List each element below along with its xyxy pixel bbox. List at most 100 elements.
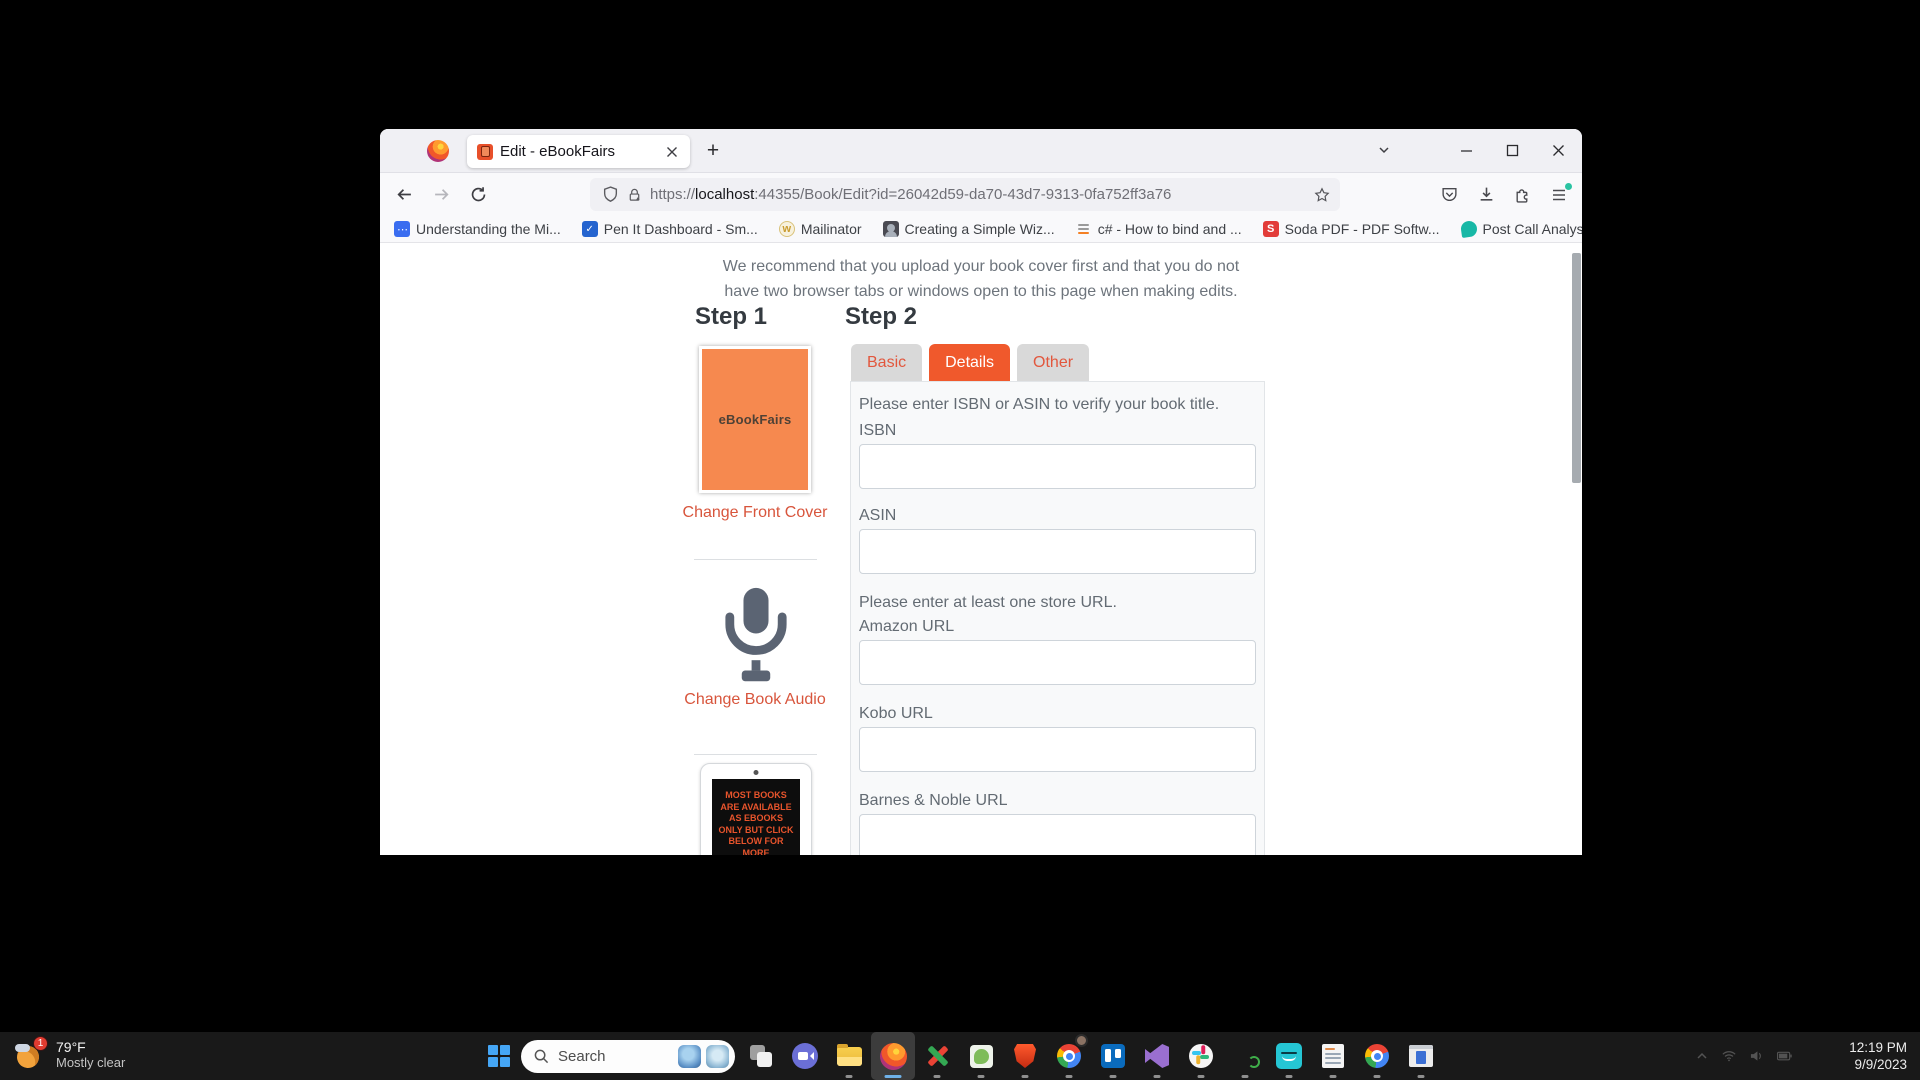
taskbar-clock[interactable]: 12:19 PM 9/9/2023 bbox=[1849, 1039, 1907, 1073]
clock-date: 9/9/2023 bbox=[1849, 1056, 1907, 1073]
barnes-noble-url-input[interactable] bbox=[859, 814, 1256, 855]
sync-folder-button[interactable] bbox=[1223, 1032, 1267, 1080]
tab-basic[interactable]: Basic bbox=[851, 344, 922, 381]
nav-toolbar: https://localhost:44355/Book/Edit?id=260… bbox=[380, 173, 1582, 216]
system-tray[interactable] bbox=[1696, 1032, 1792, 1080]
bookmark-creating-wizard[interactable]: Creating a Simple Wiz... bbox=[883, 221, 1055, 237]
chat-button[interactable] bbox=[783, 1032, 827, 1080]
search-daily-image-icon[interactable] bbox=[706, 1045, 729, 1068]
amazon-url-input[interactable] bbox=[859, 640, 1256, 685]
search-icon bbox=[534, 1049, 549, 1064]
wifi-icon[interactable] bbox=[1722, 1050, 1736, 1062]
verify-hint: Please enter ISBN or ASIN to verify your… bbox=[859, 396, 1256, 414]
file-explorer-button[interactable] bbox=[827, 1032, 871, 1080]
tab-details[interactable]: Details bbox=[929, 344, 1010, 381]
change-front-cover-link[interactable]: Change Front Cover bbox=[680, 500, 830, 525]
visual-studio-icon bbox=[1145, 1044, 1169, 1068]
bookmark-csharp-stackoverflow[interactable]: c# - How to bind and ... bbox=[1076, 221, 1242, 237]
page-scrollbar[interactable] bbox=[1572, 253, 1581, 483]
visual-studio-button[interactable] bbox=[1135, 1032, 1179, 1080]
start-button[interactable] bbox=[477, 1032, 521, 1080]
bookmark-pen-it-dashboard[interactable]: ✓Pen It Dashboard - Sm... bbox=[582, 221, 758, 237]
chrome-icon bbox=[1365, 1044, 1389, 1068]
taskbar-app-icons bbox=[739, 1032, 1443, 1080]
tablet-preview-image: MOST BOOKS ARE AVAILABLE AS EBOOKS ONLY … bbox=[700, 763, 812, 855]
lock-warning-icon[interactable] bbox=[627, 187, 642, 203]
downloads-icon[interactable] bbox=[1470, 178, 1503, 211]
firefox-view-icon[interactable] bbox=[427, 140, 449, 162]
crossed-ribbons-icon bbox=[925, 1044, 949, 1068]
taskbar-search[interactable]: Search bbox=[521, 1040, 735, 1073]
document-viewer-button[interactable] bbox=[1311, 1032, 1355, 1080]
step2-heading: Step 2 bbox=[845, 303, 917, 331]
ebookfairs-favicon bbox=[477, 144, 493, 160]
weather-widget[interactable]: 1 79°F Mostly clear bbox=[14, 1038, 125, 1072]
page-content: We recommend that you upload your book c… bbox=[380, 243, 1582, 855]
bookmark-post-call-analysis[interactable]: Post Call Analysis bbox=[1461, 221, 1583, 237]
maps-app-button[interactable] bbox=[915, 1032, 959, 1080]
search-daily-image-icon[interactable] bbox=[678, 1045, 701, 1068]
pocket-icon[interactable] bbox=[1433, 178, 1466, 211]
bookmark-star-icon[interactable] bbox=[1314, 187, 1330, 203]
bookmark-soda-pdf[interactable]: SSoda PDF - PDF Softw... bbox=[1263, 221, 1440, 237]
back-button[interactable] bbox=[388, 178, 421, 211]
amazon-music-icon bbox=[1276, 1043, 1302, 1069]
windows-logo-icon bbox=[488, 1045, 510, 1067]
firefox-taskbar-button[interactable] bbox=[871, 1032, 915, 1080]
bookmark-check-icon: ✓ bbox=[582, 221, 598, 237]
asin-input[interactable] bbox=[859, 529, 1256, 574]
forward-button[interactable] bbox=[425, 178, 458, 211]
new-tab-button[interactable]: + bbox=[698, 136, 728, 166]
windows-taskbar: 1 79°F Mostly clear Search bbox=[0, 1032, 1920, 1080]
hidden-icons-chevron-icon[interactable] bbox=[1696, 1050, 1708, 1062]
bookmark-dots-icon: ⋯ bbox=[394, 221, 410, 237]
window-maximize-button[interactable] bbox=[1492, 131, 1532, 169]
chrome-profile-button[interactable] bbox=[1047, 1032, 1091, 1080]
battery-icon[interactable] bbox=[1777, 1051, 1792, 1061]
weather-temp: 79°F bbox=[56, 1039, 125, 1055]
slack-button[interactable] bbox=[1179, 1032, 1223, 1080]
browser-window: Edit - eBookFairs + bbox=[380, 129, 1582, 855]
asin-label: ASIN bbox=[859, 507, 1256, 525]
scrollbar-thumb[interactable] bbox=[1572, 253, 1581, 483]
microphone-icon bbox=[719, 585, 793, 687]
person-photo-icon bbox=[883, 221, 899, 237]
chrome-button[interactable] bbox=[1355, 1032, 1399, 1080]
weather-condition: Mostly clear bbox=[56, 1055, 125, 1071]
active-tab[interactable]: Edit - eBookFairs bbox=[467, 135, 690, 168]
tracking-shield-icon[interactable] bbox=[602, 186, 619, 203]
tab-other[interactable]: Other bbox=[1017, 344, 1089, 381]
url-bar[interactable]: https://localhost:44355/Book/Edit?id=260… bbox=[590, 178, 1340, 211]
amazon-music-button[interactable] bbox=[1267, 1032, 1311, 1080]
tab-close-icon[interactable] bbox=[660, 140, 684, 164]
kobo-url-input[interactable] bbox=[859, 727, 1256, 772]
notepad-plus-plus-button[interactable] bbox=[959, 1032, 1003, 1080]
brave-browser-button[interactable] bbox=[1003, 1032, 1047, 1080]
weather-moon-cloud-icon: 1 bbox=[14, 1038, 48, 1072]
trello-button[interactable] bbox=[1091, 1032, 1135, 1080]
ebook-window-icon bbox=[1409, 1045, 1433, 1067]
leaf-icon bbox=[1459, 220, 1477, 238]
brave-shield-icon bbox=[1014, 1044, 1036, 1068]
tablet-camera-dot bbox=[754, 770, 759, 775]
volume-icon[interactable] bbox=[1750, 1050, 1763, 1062]
extensions-puzzle-icon[interactable] bbox=[1506, 178, 1539, 211]
bookmarks-bar: ⋯Understanding the Mi... ✓Pen It Dashboa… bbox=[380, 216, 1582, 243]
weather-badge: 1 bbox=[33, 1036, 48, 1051]
isbn-input[interactable] bbox=[859, 444, 1256, 489]
bookmark-mailinator[interactable]: wMailinator bbox=[779, 221, 862, 237]
app-menu-hamburger-icon[interactable] bbox=[1542, 178, 1575, 211]
window-minimize-button[interactable] bbox=[1446, 131, 1486, 169]
window-close-button[interactable] bbox=[1538, 131, 1578, 169]
ebook-reader-button[interactable] bbox=[1399, 1032, 1443, 1080]
bookmark-understanding[interactable]: ⋯Understanding the Mi... bbox=[394, 221, 561, 237]
task-view-button[interactable] bbox=[739, 1032, 783, 1080]
change-book-audio-link[interactable]: Change Book Audio bbox=[680, 687, 830, 712]
slack-icon bbox=[1189, 1044, 1213, 1068]
reload-button[interactable] bbox=[462, 178, 495, 211]
step1-heading: Step 1 bbox=[695, 303, 767, 331]
page-notice: We recommend that you upload your book c… bbox=[705, 255, 1257, 304]
stack-icon bbox=[1076, 221, 1092, 237]
url-text: https://localhost:44355/Book/Edit?id=260… bbox=[650, 186, 1306, 203]
list-tabs-chevron-icon[interactable] bbox=[1364, 131, 1404, 169]
